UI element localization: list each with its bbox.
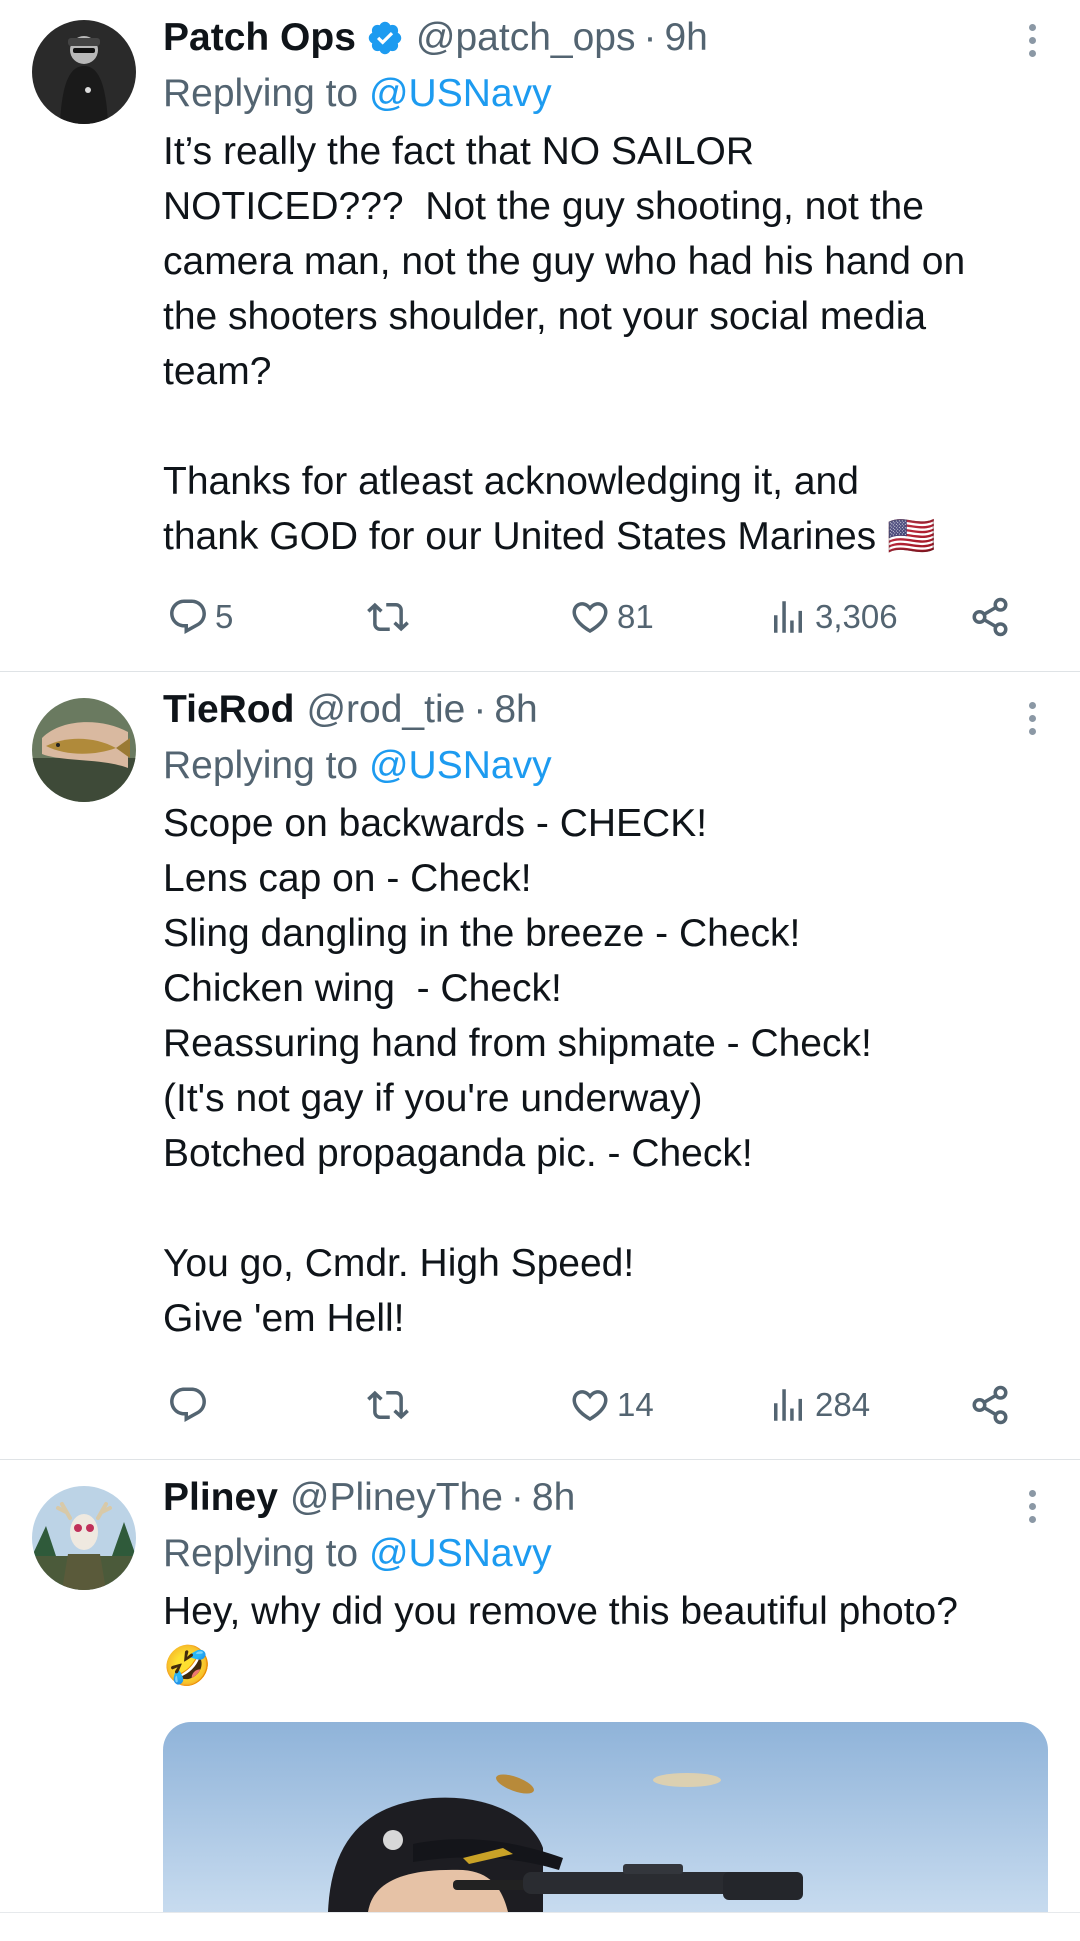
tweet-actions: 14 284 <box>163 1380 1033 1430</box>
tweet-tierod[interactable]: TieRod @rod_tie · 8h Replying to @USNavy… <box>0 672 1080 1458</box>
replying-to-mention[interactable]: @USNavy <box>369 744 552 787</box>
reply-icon <box>170 599 206 634</box>
like-button[interactable]: 14 <box>569 1380 654 1430</box>
like-button[interactable]: 81 <box>569 592 654 642</box>
replying-to: Replying to @USNavy <box>163 738 1053 794</box>
heart-icon <box>572 1390 608 1422</box>
author-handle[interactable]: @PlineyThe <box>290 1476 503 1520</box>
author-handle[interactable]: @patch_ops <box>416 16 636 60</box>
replying-to: Replying to @USNavy <box>163 66 1053 122</box>
reply-button[interactable] <box>167 1380 209 1430</box>
retweet-icon <box>367 602 409 632</box>
tweet-text: Scope on backwards - CHECK! Lens cap on … <box>163 802 872 1340</box>
timestamp[interactable]: 8h <box>494 688 537 732</box>
reply-button[interactable]: 5 <box>167 592 233 642</box>
share-button[interactable] <box>969 592 1011 642</box>
attached-photo[interactable] <box>163 1722 1048 1912</box>
share-button[interactable] <box>969 1380 1011 1430</box>
timestamp[interactable]: 8h <box>532 1476 575 1520</box>
views-button[interactable]: 3,306 <box>767 592 898 642</box>
verified-badge-icon <box>366 19 404 57</box>
author-name[interactable]: Patch Ops <box>163 16 356 60</box>
heart-icon <box>572 602 608 634</box>
avatar[interactable] <box>32 1486 136 1590</box>
separator-dot: · <box>643 16 657 59</box>
separator-dot: · <box>473 688 487 731</box>
more-options-icon[interactable] <box>1026 702 1038 735</box>
author-name[interactable]: Pliney <box>163 1476 278 1520</box>
share-icon <box>972 597 1008 637</box>
more-options-icon[interactable] <box>1026 1490 1038 1523</box>
like-count: 81 <box>617 598 654 635</box>
replying-to-label: Replying to <box>163 72 369 115</box>
timestamp[interactable]: 9h <box>664 16 707 60</box>
avatar[interactable] <box>32 698 136 802</box>
share-icon <box>972 1385 1008 1425</box>
retweet-icon <box>367 1390 409 1420</box>
bottom-edge <box>0 1912 1080 1941</box>
views-button[interactable]: 284 <box>767 1380 870 1430</box>
replying-to-label: Replying to <box>163 1532 369 1575</box>
views-icon <box>774 601 802 633</box>
replying-to-mention[interactable]: @USNavy <box>369 72 552 115</box>
tweet-text: It’s really the fact that NO SAILOR NOTI… <box>163 130 966 558</box>
more-options-icon[interactable] <box>1026 24 1038 57</box>
author-name[interactable]: TieRod <box>163 688 294 732</box>
tweet-header: Pliney @PlineyThe · 8h <box>163 1470 1053 1526</box>
retweet-button[interactable] <box>367 1380 409 1430</box>
tweet-header: TieRod @rod_tie · 8h <box>163 682 1053 738</box>
retweet-button[interactable] <box>367 592 409 642</box>
tweet-header: Patch Ops @patch_ops · 9h <box>163 10 1053 66</box>
separator-dot: · <box>510 1476 524 1519</box>
replying-to-label: Replying to <box>163 744 369 787</box>
avatar[interactable] <box>32 20 136 124</box>
views-icon <box>774 1389 802 1421</box>
author-handle[interactable]: @rod_tie <box>306 688 465 732</box>
reply-icon <box>170 1387 206 1422</box>
tweet-text: Hey, why did you remove this beautiful p… <box>163 1590 958 1688</box>
views-count: 3,306 <box>815 598 898 635</box>
tweet-pliney[interactable]: Pliney @PlineyThe · 8h Replying to @USNa… <box>0 1460 1080 1912</box>
views-count: 284 <box>815 1386 871 1423</box>
tweet-actions: 5 81 3,306 <box>163 592 1033 642</box>
reply-count: 5 <box>215 598 234 635</box>
replying-to: Replying to @USNavy <box>163 1526 1053 1582</box>
like-count: 14 <box>617 1386 654 1423</box>
replying-to-mention[interactable]: @USNavy <box>369 1532 552 1575</box>
tweet-patch-ops[interactable]: Patch Ops @patch_ops · 9h Replying to @U… <box>0 0 1080 670</box>
